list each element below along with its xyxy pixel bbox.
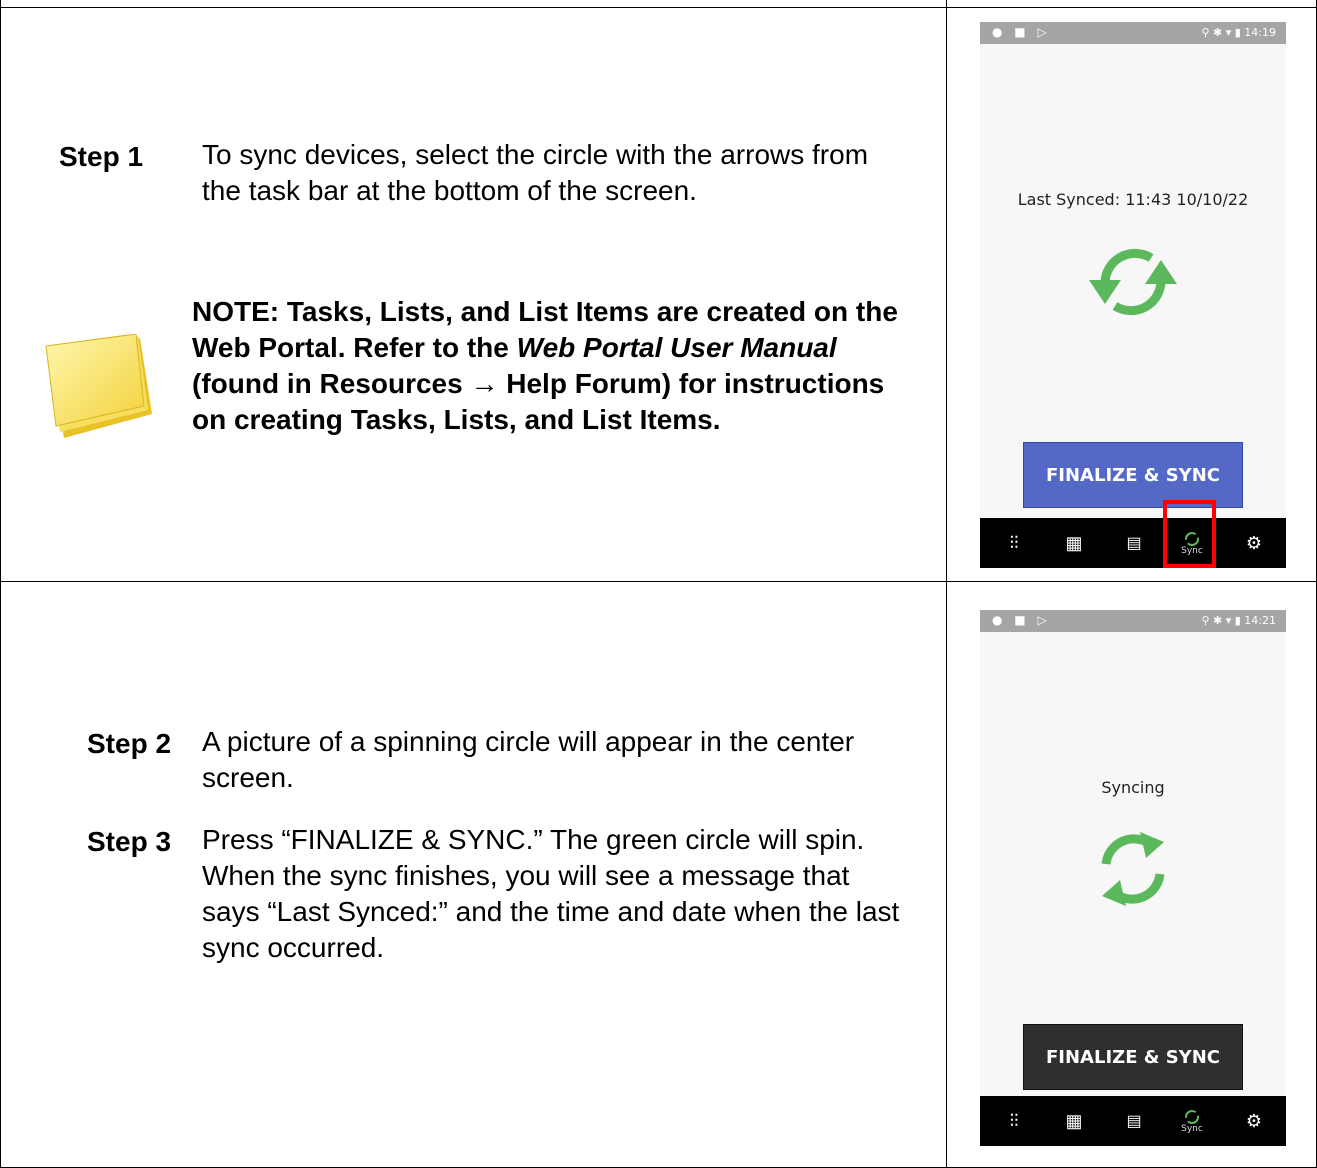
folder-icon: ▤: [1126, 535, 1142, 552]
status-time: 14:21: [1244, 614, 1276, 627]
step-2-text: A picture of a spinning circle will appe…: [202, 726, 855, 793]
note-text: NOTE: Tasks, Lists, and List Items are c…: [192, 294, 912, 438]
table-border-left: [0, 0, 1, 1168]
finalize-sync-button[interactable]: FINALIZE & SYNC: [1023, 1024, 1243, 1090]
sliders-icon: ⫶⫶: [1009, 1110, 1019, 1131]
phone-screenshot-2: ● ■ ▷ ⚲ ✱ ▾ ▮ 14:21 Syncing FINALIZE & S…: [980, 610, 1286, 1146]
syncing-message: Syncing: [1101, 778, 1165, 797]
sliders-icon: ⫶⫶: [1009, 532, 1019, 553]
gear-icon: ⚙: [1245, 532, 1263, 553]
apps-tab[interactable]: ▦: [1054, 1096, 1094, 1146]
step-2-label: Step 2: [87, 728, 172, 759]
grid-icon: ▦: [1065, 532, 1083, 553]
task-bar: ⫶⫶ ▦ ▤ Sync ⚙: [980, 518, 1286, 568]
status-right: ⚲ ✱ ▾ ▮ 14:21: [1201, 614, 1276, 627]
table-border-top: [0, 7, 1317, 8]
sync-tab-label: Sync: [1181, 1124, 1203, 1134]
sync-tab[interactable]: Sync: [1172, 1096, 1212, 1146]
status-bar: ● ■ ▷ ⚲ ✱ ▾ ▮ 14:19: [980, 22, 1286, 44]
status-notification-icons: ● ■ ▷: [992, 613, 1051, 627]
finalize-sync-button[interactable]: FINALIZE & SYNC: [1023, 442, 1243, 508]
step-1-label: Step 1: [59, 141, 144, 172]
column-divider: [946, 0, 947, 1168]
folder-tab[interactable]: ▤: [1114, 1096, 1154, 1146]
sync-tab-highlight: [1163, 500, 1216, 568]
sync-icon[interactable]: [1085, 234, 1181, 330]
note-italic-title: Web Portal User Manual: [516, 332, 837, 363]
folder-icon: ▤: [1126, 1113, 1142, 1130]
settings-tab[interactable]: ⚙: [1234, 518, 1274, 568]
phone-screenshot-1: ● ■ ▷ ⚲ ✱ ▾ ▮ 14:19 Last Synced: 11:43 1…: [980, 22, 1286, 568]
apps-tab[interactable]: ▦: [1054, 518, 1094, 568]
filters-tab[interactable]: ⫶⫶: [994, 1096, 1034, 1146]
sticky-note-icon: [45, 334, 152, 438]
settings-tab[interactable]: ⚙: [1234, 1096, 1274, 1146]
spinning-sync-icon: [1101, 832, 1165, 906]
note-part2: (found in Resources → Help Forum) for in…: [192, 368, 885, 435]
status-notification-icons: ● ■ ▷: [992, 25, 1051, 39]
task-bar: ⫶⫶ ▦ ▤ Sync ⚙: [980, 1096, 1286, 1146]
status-right: ⚲ ✱ ▾ ▮ 14:19: [1201, 26, 1276, 39]
filters-tab[interactable]: ⫶⫶: [994, 518, 1034, 568]
last-synced-message: Last Synced: 11:43 10/10/22: [1017, 190, 1249, 209]
row-divider: [0, 581, 1317, 582]
step-1-text: To sync devices, select the circle with …: [202, 139, 869, 206]
folder-tab[interactable]: ▤: [1114, 518, 1154, 568]
gear-icon: ⚙: [1245, 1110, 1263, 1131]
grid-icon: ▦: [1065, 1110, 1083, 1131]
status-time: 14:19: [1244, 26, 1276, 39]
step-3-text: Press “FINALIZE & SYNC.” The green circl…: [202, 824, 900, 963]
step-3-label: Step 3: [87, 826, 172, 857]
status-bar: ● ■ ▷ ⚲ ✱ ▾ ▮ 14:21: [980, 610, 1286, 632]
